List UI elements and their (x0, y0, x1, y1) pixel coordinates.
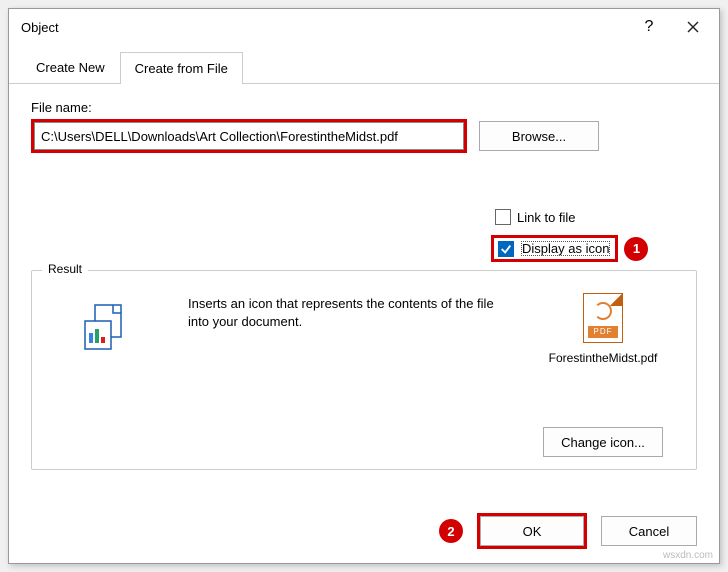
object-dialog: Object ? Create New Create from File Fil… (8, 8, 720, 564)
footer: 2 OK Cancel (433, 513, 697, 549)
annotation-badge-2: 2 (439, 519, 463, 543)
checkbox-label: Link to file (517, 210, 576, 225)
cancel-button[interactable]: Cancel (601, 516, 697, 546)
preview-filename: ForestintheMidst.pdf (549, 351, 658, 365)
help-button[interactable]: ? (627, 11, 671, 43)
window-title: Object (21, 20, 59, 35)
highlight-file-input (31, 119, 467, 153)
watermark: wsxdn.com (663, 550, 713, 561)
result-description: Inserts an icon that represents the cont… (188, 293, 500, 457)
close-icon (686, 20, 700, 34)
highlight-ok: OK (477, 513, 587, 549)
button-label: OK (523, 524, 542, 539)
result-example-icon (50, 293, 160, 457)
highlight-display-as-icon: Display as icon (491, 235, 618, 262)
display-as-icon-checkbox[interactable]: Display as icon (494, 238, 615, 259)
file-name-input[interactable] (34, 122, 464, 150)
button-label: Change icon... (561, 435, 645, 450)
tab-label: Create New (36, 60, 105, 75)
change-icon-button[interactable]: Change icon... (543, 427, 663, 457)
document-icon (77, 299, 133, 358)
file-name-label: File name: (31, 100, 697, 115)
tabbar: Create New Create from File (9, 51, 719, 84)
result-group: Result Inserts an icon that r (31, 270, 697, 470)
pdf-file-icon: PDF (583, 293, 623, 343)
file-row: Browse... (31, 119, 697, 153)
titlebar: Object ? (9, 9, 719, 45)
ok-button[interactable]: OK (480, 516, 584, 546)
options-group: Link to file Display as icon 1 (31, 207, 697, 262)
tab-create-from-file[interactable]: Create from File (120, 52, 243, 84)
close-button[interactable] (671, 11, 715, 43)
checkbox-icon (495, 209, 511, 225)
button-label: Cancel (629, 524, 669, 539)
annotation-badge-1: 1 (624, 237, 648, 261)
link-to-file-checkbox[interactable]: Link to file (491, 207, 580, 227)
checkbox-label: Display as icon (520, 240, 611, 257)
help-icon: ? (645, 18, 654, 36)
tab-label: Create from File (135, 61, 228, 76)
checkbox-icon (498, 241, 514, 257)
result-preview: PDF ForestintheMidst.pdf Change icon... (528, 293, 678, 457)
button-label: Browse... (512, 129, 566, 144)
dialog-body: File name: Browse... Link to file (9, 84, 719, 470)
result-legend: Result (42, 262, 88, 276)
browse-button[interactable]: Browse... (479, 121, 599, 151)
pdf-badge-text: PDF (588, 326, 618, 338)
tab-create-new[interactable]: Create New (21, 51, 120, 83)
